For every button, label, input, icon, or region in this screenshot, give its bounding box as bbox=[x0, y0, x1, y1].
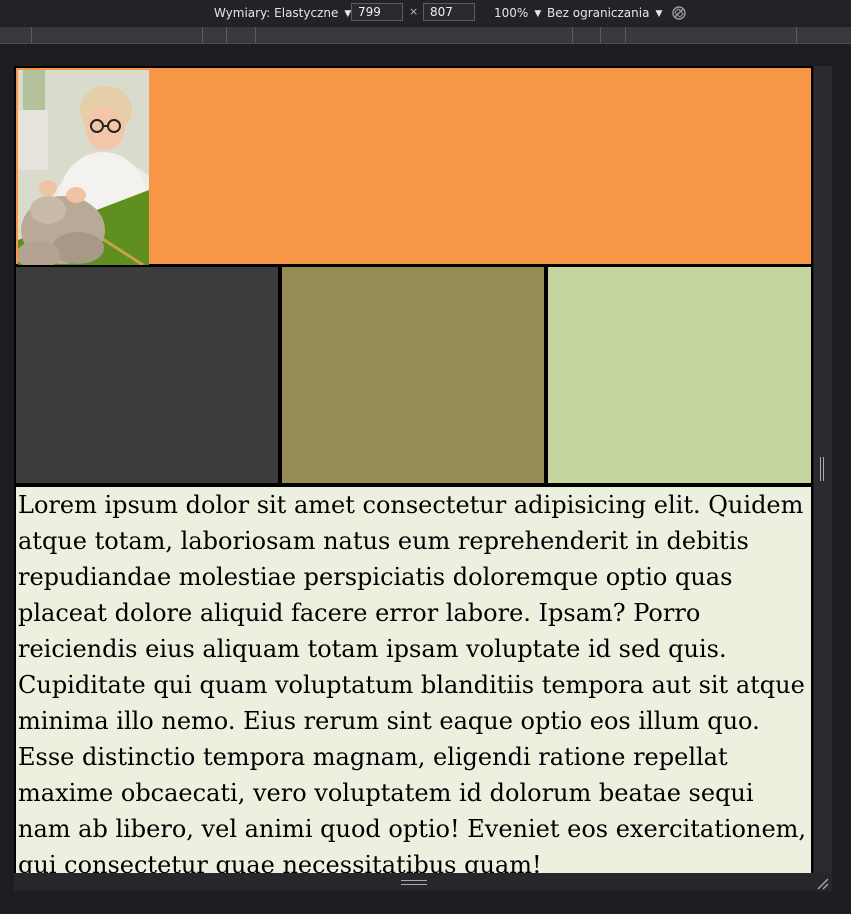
ruler-tick bbox=[202, 27, 203, 43]
width-input[interactable] bbox=[351, 3, 403, 21]
knitting-woman-photo bbox=[18, 70, 149, 266]
times-separator: × bbox=[409, 5, 419, 18]
ruler-tick bbox=[255, 27, 256, 43]
photo-illustration bbox=[18, 70, 149, 266]
media-query-ruler[interactable] bbox=[0, 27, 851, 44]
ruler-tick bbox=[625, 27, 626, 43]
throttling-label: Bez ograniczania bbox=[547, 6, 650, 20]
chevron-down-icon: ▼ bbox=[655, 9, 663, 19]
rotate-disabled-icon[interactable] bbox=[671, 5, 687, 21]
responsive-toolbar: Wymiary: Elastyczne▼ × 100%▼ Bez ogranic… bbox=[0, 0, 851, 26]
dimensions-label: Wymiary: Elastyczne bbox=[214, 6, 339, 20]
side-resize-handle-icon[interactable] bbox=[820, 457, 824, 481]
height-input[interactable] bbox=[423, 3, 475, 21]
ruler-tick bbox=[796, 27, 797, 43]
ruler-tick bbox=[226, 27, 227, 43]
chevron-down-icon: ▼ bbox=[534, 9, 542, 19]
device-viewport: Lorem ipsum dolor sit amet consectetur a… bbox=[14, 66, 813, 873]
zoom-dropdown[interactable]: 100% ▼ bbox=[494, 0, 541, 26]
dimensions-dropdown[interactable]: Wymiary: Elastyczne ▼ bbox=[214, 0, 351, 26]
ruler-tick bbox=[572, 27, 573, 43]
olive-box bbox=[280, 265, 546, 485]
zoom-label: 100% bbox=[494, 6, 529, 20]
ruler-tick bbox=[31, 27, 32, 43]
throttling-dropdown[interactable]: Bez ograniczania ▼ bbox=[547, 0, 662, 26]
bottom-resize-handle-icon[interactable] bbox=[401, 880, 427, 885]
lorem-text-block: Lorem ipsum dolor sit amet consectetur a… bbox=[14, 485, 813, 873]
corner-resize-grip-icon[interactable] bbox=[816, 877, 830, 891]
header-banner bbox=[14, 66, 813, 266]
lorem-paragraph: Lorem ipsum dolor sit amet consectetur a… bbox=[18, 491, 807, 873]
ruler-tick bbox=[600, 27, 601, 43]
dark-gray-box bbox=[14, 265, 280, 485]
light-green-box bbox=[546, 265, 813, 485]
